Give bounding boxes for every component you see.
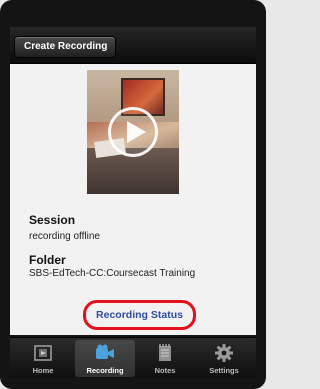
navigation-bar: Create Recording <box>10 27 256 64</box>
video-camera-icon <box>96 344 114 359</box>
tab-notes[interactable]: Notes <box>135 340 195 377</box>
home-icon <box>34 345 52 361</box>
tab-settings-label: Settings <box>209 366 239 375</box>
tab-notes-label: Notes <box>154 366 176 375</box>
device-frame: Create Recording Session recording offli… <box>0 0 266 389</box>
tab-recording[interactable]: Recording <box>75 340 135 377</box>
tab-recording-label: Recording <box>86 366 124 375</box>
session-heading: Session <box>29 213 76 227</box>
tab-home[interactable]: Home <box>13 340 73 377</box>
folder-heading: Folder <box>29 253 66 267</box>
tab-bar: Home Recording Notes Settings <box>10 337 256 378</box>
create-recording-back-button[interactable]: Create Recording <box>14 36 117 58</box>
notepad-icon <box>159 344 171 361</box>
tab-settings[interactable]: Settings <box>194 340 254 377</box>
gear-icon <box>215 344 233 362</box>
video-thumbnail[interactable] <box>87 70 179 194</box>
play-icon[interactable] <box>108 107 158 157</box>
tab-home-label: Home <box>32 366 54 375</box>
session-value: recording offline <box>29 231 100 242</box>
recording-status-link[interactable]: Recording Status <box>83 300 196 330</box>
folder-value: SBS-EdTech-CC:Coursecast Training <box>29 268 196 279</box>
recording-detail-panel: Session recording offline Folder SBS-EdT… <box>10 64 256 335</box>
